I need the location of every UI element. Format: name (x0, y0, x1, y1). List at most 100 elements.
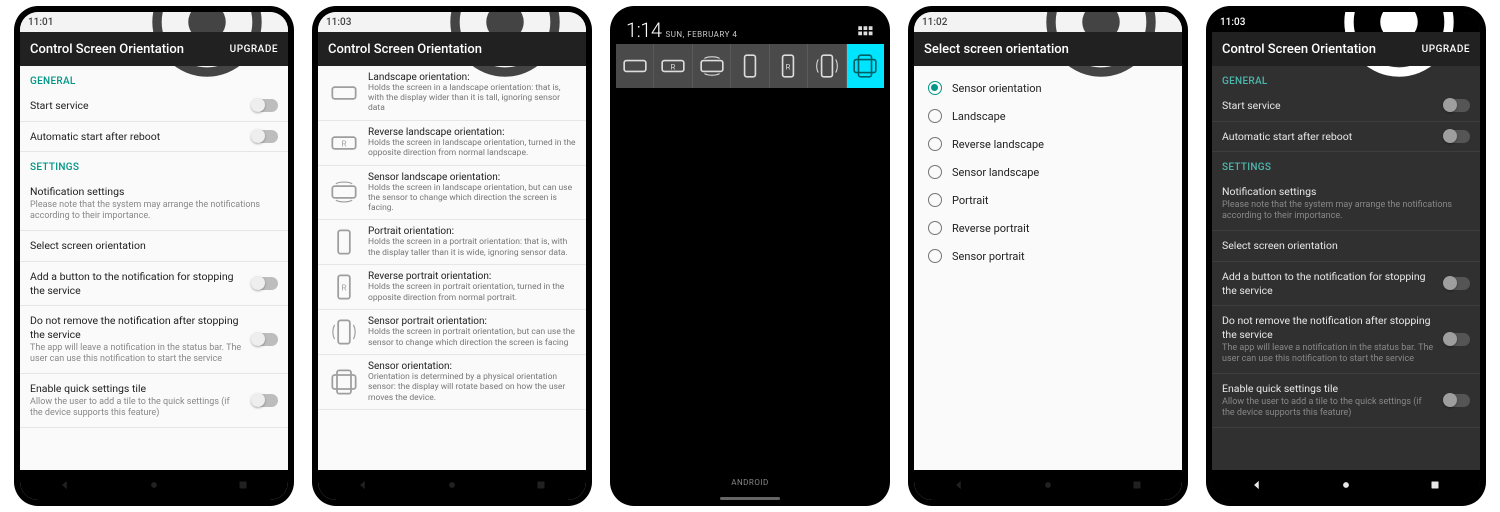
orientation-title: Sensor landscape orientation: (368, 172, 576, 183)
toggle-add-button[interactable] (252, 277, 278, 290)
nav-recent-icon[interactable] (1130, 478, 1144, 492)
nav-recent-icon[interactable] (1428, 478, 1442, 492)
orientation-icon (328, 127, 360, 159)
upgrade-button[interactable]: UPGRADE (230, 44, 278, 55)
status-bar: 11:02 (914, 12, 1182, 32)
orientation-desc: Holds the screen in portrait orientation… (368, 327, 576, 347)
status-clock: 11:02 (922, 17, 947, 28)
orient-landscape-sensor[interactable] (693, 44, 731, 88)
nav-back-icon[interactable] (356, 478, 370, 492)
setting-auto-start[interactable]: Automatic start after reboot (20, 122, 288, 153)
nav-home-icon[interactable] (1041, 478, 1055, 492)
status-bar: 11:01 (20, 12, 288, 32)
radio-option[interactable]: Sensor orientation (914, 74, 1182, 102)
radio-label: Reverse landscape (952, 138, 1044, 151)
setting-notification[interactable]: Notification settings Please note that t… (20, 177, 288, 231)
orientation-desc: Holds the screen in a portrait orientati… (368, 237, 576, 257)
toggle-auto-start[interactable] (252, 130, 278, 143)
radio-button[interactable] (928, 81, 942, 95)
nav-recent-icon[interactable] (236, 478, 250, 492)
toggle-dont-remove[interactable] (252, 333, 278, 346)
app-bar: Control Screen Orientation UPGRADE (20, 32, 288, 66)
toggle-quick-tile[interactable] (1444, 394, 1470, 407)
orientation-option[interactable]: Landscape orientation: Holds the screen … (318, 66, 586, 121)
setting-auto-start[interactable]: Automatic start after reboot (1212, 122, 1480, 153)
orientation-option[interactable]: Portrait orientation: Holds the screen i… (318, 220, 586, 265)
nav-back-icon[interactable] (952, 478, 966, 492)
toggle-dont-remove[interactable] (1444, 333, 1470, 346)
upgrade-button[interactable]: UPGRADE (1422, 44, 1470, 55)
orientation-title: Portrait orientation: (368, 226, 576, 237)
radio-option[interactable]: Portrait (914, 186, 1182, 214)
setting-start-service[interactable]: Start service (1212, 91, 1480, 122)
orientation-title: Landscape orientation: (368, 72, 576, 83)
lock-footer: ANDROID (616, 478, 884, 493)
apps-grid-icon[interactable] (856, 24, 874, 42)
setting-quick-tile[interactable]: Enable quick settings tile Allow the use… (20, 374, 288, 428)
radio-option[interactable]: Reverse landscape (914, 130, 1182, 158)
orientation-option[interactable]: Sensor portrait orientation: Holds the s… (318, 310, 586, 355)
orient-landscape-reverse[interactable] (654, 44, 692, 88)
orient-portrait-reverse[interactable] (770, 44, 808, 88)
radio-button[interactable] (928, 221, 942, 235)
nav-recent-icon[interactable] (534, 478, 548, 492)
orient-portrait-sensor[interactable] (808, 44, 846, 88)
orientation-icon (328, 271, 360, 303)
setting-select-orientation[interactable]: Select screen orientation (1212, 231, 1480, 262)
setting-start-service[interactable]: Start service (20, 91, 288, 122)
radio-button[interactable] (928, 137, 942, 151)
setting-add-button[interactable]: Add a button to the notification for sto… (20, 262, 288, 306)
radio-button[interactable] (928, 165, 942, 179)
section-settings: SETTINGS (20, 152, 288, 177)
radio-option[interactable]: Sensor portrait (914, 242, 1182, 270)
radio-option[interactable]: Landscape (914, 102, 1182, 130)
toggle-add-button[interactable] (1444, 277, 1470, 290)
orientation-option[interactable]: Sensor landscape orientation: Holds the … (318, 166, 586, 221)
lock-date: SUN, FEBRUARY 4 (665, 30, 737, 39)
orientation-title: Sensor orientation: (368, 361, 576, 372)
orientation-option[interactable]: Reverse portrait orientation: Holds the … (318, 265, 586, 310)
radio-button[interactable] (928, 109, 942, 123)
radio-option[interactable]: Reverse portrait (914, 214, 1182, 242)
nav-bar (1212, 470, 1480, 500)
orient-sensor-active[interactable] (847, 44, 884, 88)
orientation-title: Reverse landscape orientation: (368, 127, 576, 138)
toggle-quick-tile[interactable] (252, 394, 278, 407)
nav-home-icon[interactable] (445, 478, 459, 492)
setting-dont-remove[interactable]: Do not remove the notification after sto… (20, 306, 288, 374)
setting-quick-tile[interactable]: Enable quick settings tile Allow the use… (1212, 374, 1480, 428)
orientation-title: Reverse portrait orientation: (368, 271, 576, 282)
nav-home-icon[interactable] (1339, 478, 1353, 492)
nav-back-icon[interactable] (58, 478, 72, 492)
home-indicator[interactable] (720, 497, 780, 500)
status-clock: 11:03 (1220, 17, 1245, 28)
nav-back-icon[interactable] (1250, 478, 1264, 492)
orientation-option[interactable]: Reverse landscape orientation: Holds the… (318, 121, 586, 166)
orient-portrait[interactable] (731, 44, 769, 88)
radio-button[interactable] (928, 249, 942, 263)
nav-home-icon[interactable] (147, 478, 161, 492)
status-clock: 11:03 (326, 17, 351, 28)
setting-dont-remove[interactable]: Do not remove the notification after sto… (1212, 306, 1480, 374)
setting-notification[interactable]: Notification settings Please note that t… (1212, 177, 1480, 231)
radio-label: Portrait (952, 194, 989, 207)
status-clock: 11:01 (28, 17, 53, 28)
phone-4-select-orientation: 11:02 Select screen orientation Sensor o… (908, 6, 1188, 506)
app-bar: Select screen orientation (914, 32, 1182, 66)
app-bar: Control Screen Orientation (318, 32, 586, 66)
lockscreen-header: 1:14 SUN, FEBRUARY 4 (616, 12, 884, 44)
orientation-toolbar (616, 44, 884, 88)
setting-add-button[interactable]: Add a button to the notification for sto… (1212, 262, 1480, 306)
radio-label: Sensor orientation (952, 82, 1042, 95)
orientation-option[interactable]: Sensor orientation: Orientation is deter… (318, 355, 586, 410)
status-bar: 11:03 (318, 12, 586, 32)
toggle-start-service[interactable] (1444, 99, 1470, 112)
radio-option[interactable]: Sensor landscape (914, 158, 1182, 186)
phone-5-dark-settings: 11:03 Control Screen Orientation UPGRADE… (1206, 6, 1486, 506)
radio-button[interactable] (928, 193, 942, 207)
toggle-start-service[interactable] (252, 99, 278, 112)
toggle-auto-start[interactable] (1444, 130, 1470, 143)
orientation-icon (328, 77, 360, 109)
setting-select-orientation[interactable]: Select screen orientation (20, 231, 288, 262)
orient-landscape[interactable] (616, 44, 654, 88)
